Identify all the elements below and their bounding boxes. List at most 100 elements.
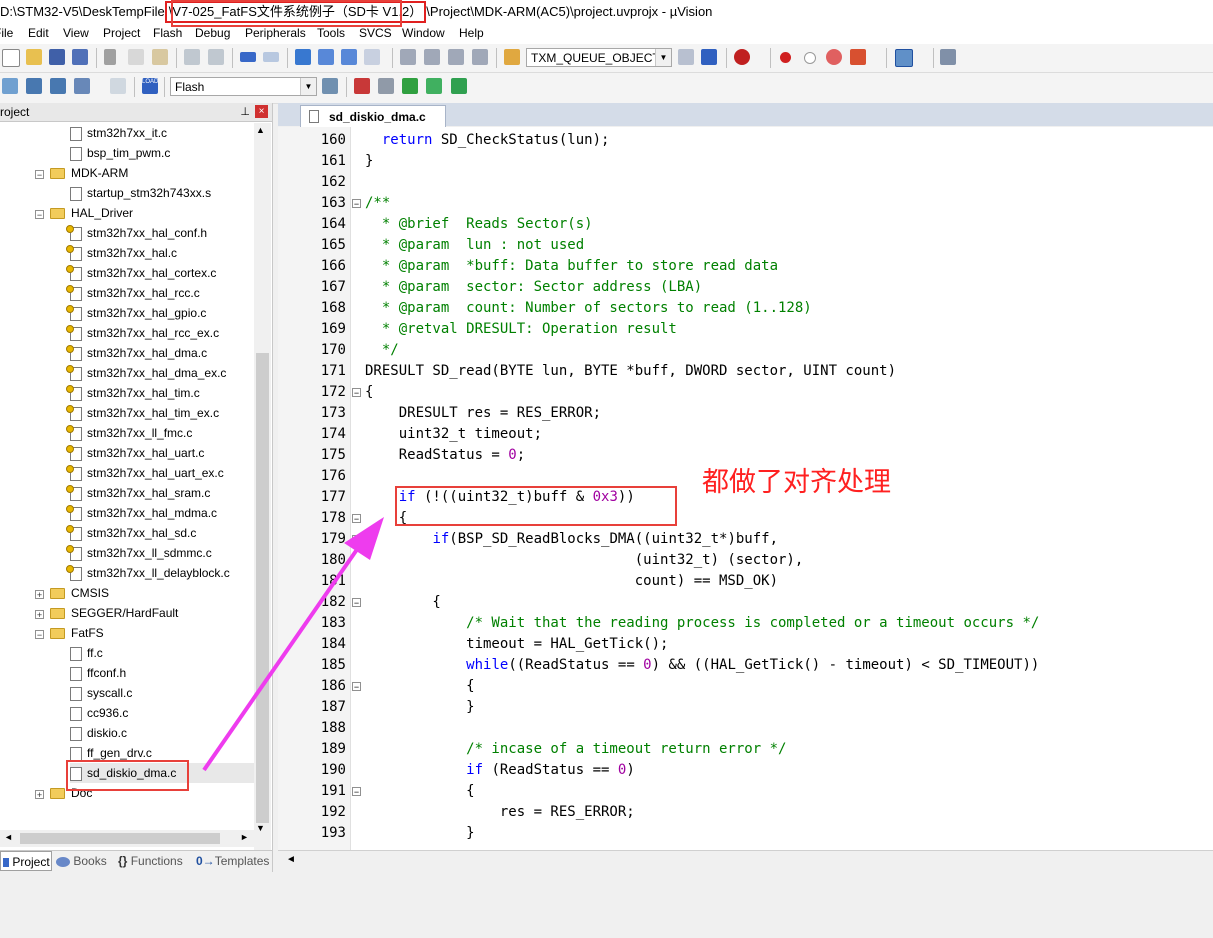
rebuild-icon[interactable] [50,78,66,94]
close-icon[interactable]: × [255,105,268,118]
collapse-icon[interactable]: − [35,210,44,220]
tree-file-item[interactable]: ff_gen_drv.c [70,743,152,763]
menu-project[interactable]: Project [103,26,140,40]
pack-installer-icon[interactable] [426,78,442,94]
prev-bookmark-icon[interactable] [318,49,334,65]
find-icon[interactable] [678,49,694,65]
menu-view[interactable]: View [63,26,89,40]
tab-functions[interactable]: {} Functions [118,851,190,871]
tree-group-item[interactable]: Doc [50,783,92,803]
menu-flash[interactable]: Flash [153,26,182,40]
run-time-env-icon[interactable] [451,78,467,94]
indent-icon[interactable] [400,49,416,65]
window-layout-icon[interactable] [895,49,913,67]
open-folder-icon[interactable] [26,49,42,65]
tree-horizontal-scrollbar[interactable]: ◄ ► [0,830,254,847]
menu-peripherals[interactable]: Peripherals [245,26,306,40]
tree-file-item[interactable]: stm32h7xx_hal_gpio.c [66,303,206,323]
menu-file[interactable]: File [0,26,13,40]
file-extensions-icon[interactable] [378,78,394,94]
fold-toggle-icon[interactable]: − [352,682,361,692]
select-packs-icon[interactable] [402,78,418,94]
incremental-find-icon[interactable] [701,49,717,65]
save-icon[interactable] [49,49,65,65]
tab-templates[interactable]: 0→Templates [196,851,272,871]
tree-file-item[interactable]: ff.c [70,643,103,663]
expand-icon[interactable]: + [35,610,44,620]
pin-icon[interactable]: ⊥ [240,103,250,121]
cut-icon[interactable] [104,49,116,65]
tree-file-item[interactable]: stm32h7xx_hal_uart_ex.c [66,463,224,483]
configure-icon[interactable] [940,49,956,65]
tree-file-item[interactable]: cc936.c [70,703,128,723]
paste-icon[interactable] [152,49,168,65]
batch-build-icon[interactable] [74,78,90,94]
tree-file-item[interactable]: stm32h7xx_hal.c [66,243,177,263]
tree-file-item[interactable]: stm32h7xx_hal_tim.c [66,383,200,403]
tree-file-item[interactable]: stm32h7xx_hal_conf.h [66,223,207,243]
tree-file-item-selected[interactable]: sd_diskio_dma.c [70,763,254,783]
unindent-icon[interactable] [424,49,440,65]
chevron-down-icon[interactable]: ▼ [300,78,316,95]
target-options-icon[interactable] [322,78,338,94]
tree-file-item[interactable]: startup_stm32h743xx.s [70,183,211,203]
tree-file-item[interactable]: stm32h7xx_it.c [70,123,167,143]
nav-forward-icon[interactable] [263,52,279,62]
expand-icon[interactable]: + [35,790,44,800]
save-all-icon[interactable] [72,49,88,65]
target-combo[interactable]: Flash ▼ [170,77,317,96]
find-combo[interactable]: TXM_QUEUE_OBJECT ▼ [526,48,672,67]
bookmark-icon[interactable] [295,49,311,65]
tree-file-item[interactable]: stm32h7xx_hal_sd.c [66,523,196,543]
tree-file-item[interactable]: stm32h7xx_hal_cortex.c [66,263,216,283]
fold-toggle-icon[interactable]: − [352,388,361,398]
tree-file-item[interactable]: stm32h7xx_hal_sram.c [66,483,210,503]
scroll-up-icon[interactable]: ▲ [256,125,265,135]
tree-file-item[interactable]: stm32h7xx_ll_delayblock.c [66,563,230,583]
editor-horizontal-scrollbar[interactable]: ◄ [278,850,1213,873]
load-icon[interactable]: LOAD [142,78,158,94]
tree-file-item[interactable]: stm32h7xx_hal_tim_ex.c [66,403,219,423]
tree-group-item[interactable]: HAL_Driver [50,203,133,223]
disable-breakpoint-icon[interactable] [804,52,816,64]
menu-svcs[interactable]: SVCS [359,26,392,40]
tree-file-item[interactable]: stm32h7xx_hal_dma.c [66,343,207,363]
menu-window[interactable]: Window [402,26,445,40]
tree-group-item[interactable]: SEGGER/HardFault [50,603,178,623]
next-bookmark-icon[interactable] [341,49,357,65]
chevron-down-icon[interactable]: ▼ [655,49,671,66]
scroll-left-icon[interactable]: ◄ [4,832,13,842]
new-file-icon[interactable] [2,49,20,67]
tab-books[interactable]: Books [56,851,112,871]
menu-help[interactable]: Help [459,26,484,40]
scroll-down-icon[interactable]: ▼ [256,823,265,833]
scroll-right-icon[interactable]: ► [240,832,249,842]
tree-file-item[interactable]: stm32h7xx_ll_fmc.c [66,423,192,443]
menu-edit[interactable]: Edit [28,26,49,40]
tree-file-item[interactable]: ffconf.h [70,663,126,683]
fold-toggle-icon[interactable]: − [352,199,361,209]
stop-build-icon[interactable] [110,78,126,94]
tree-file-item[interactable]: syscall.c [70,683,132,703]
tree-file-item[interactable]: diskio.c [70,723,127,743]
comment-icon[interactable] [448,49,464,65]
fold-toggle-icon[interactable]: − [352,514,361,524]
kill-breakpoints-icon[interactable] [850,49,866,65]
fold-toggle-icon[interactable]: − [352,787,361,797]
tree-group-item[interactable]: CMSIS [50,583,109,603]
tab-sd-diskio-dma[interactable]: sd_diskio_dma.c [300,105,446,127]
breakpoint-icon[interactable] [780,52,791,63]
manage-components-icon[interactable] [354,78,370,94]
tab-project[interactable]: Project [0,851,52,871]
clear-bookmarks-icon[interactable] [364,49,380,65]
collapse-icon[interactable]: − [35,170,44,180]
tree-file-item[interactable]: stm32h7xx_hal_uart.c [66,443,204,463]
fold-toggle-icon[interactable]: − [352,535,361,545]
undo-icon[interactable] [184,49,200,65]
tree-file-item[interactable]: stm32h7xx_hal_rcc_ex.c [66,323,219,343]
tree-file-item[interactable]: stm32h7xx_hal_mdma.c [66,503,217,523]
tree-group-item[interactable]: FatFS [50,623,104,643]
tree-file-item[interactable]: stm32h7xx_hal_dma_ex.c [66,363,226,383]
scrollbar-thumb[interactable] [256,353,269,823]
copy-icon[interactable] [128,49,144,65]
